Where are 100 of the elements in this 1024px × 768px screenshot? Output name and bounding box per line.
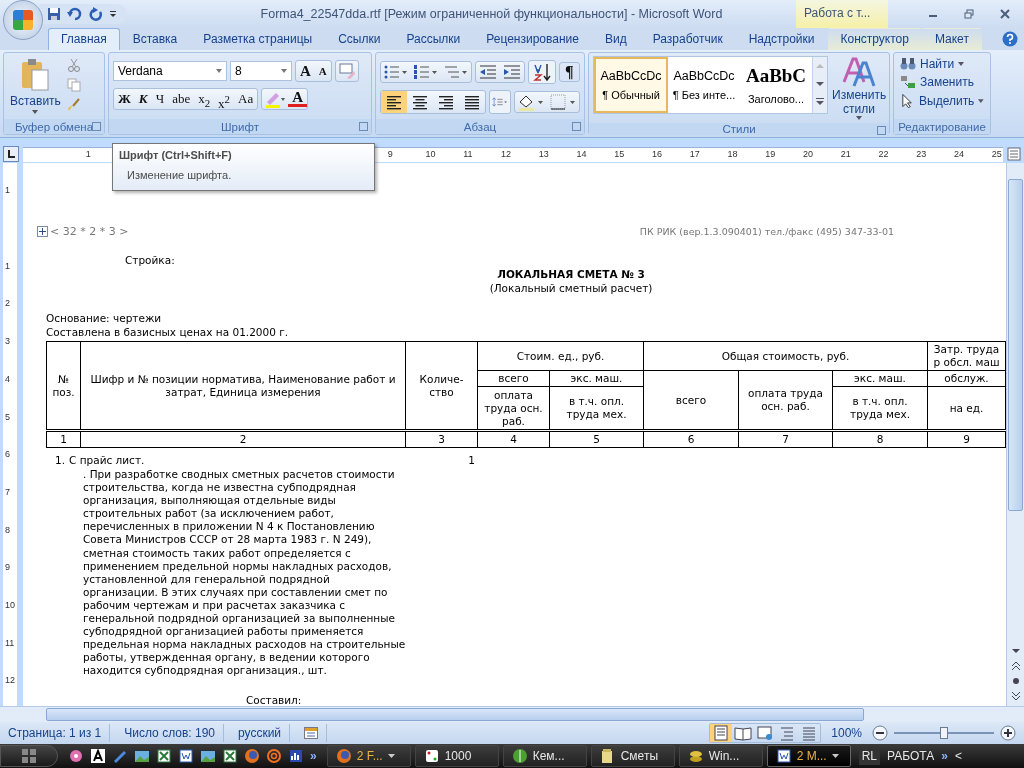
format-button[interactable]: x$^{2}$ [214, 89, 235, 109]
ribbon-tab[interactable]: Разметка страницы [190, 28, 326, 50]
ribbon-tab[interactable]: Главная [48, 28, 120, 50]
find-button[interactable]: Найти [898, 56, 986, 72]
item-note: . При разработке сводных сметных расчетов стоимости строительства, когда не известна субподрядная организация, выполняющая отдельные виды строительных работ (за исключением работ, перечисленных в приложении N 4 к Постановлению Совета Министров СССР от 28 марта 1983 г. N 249), сметная стоимость таких работ определяется с применением предельной нормы накладных расходов, установленной для генеральной подрядной организации. В этих случаях при составлении смет по рабочим чертежам и при расчетах заказчика с генеральной подрядной организацией за выполненные субподрядной организацией работы применяется предельная норма накладных расходов на строительные работы, утвержденная органу, в ведении которого находится субподрядная организация., шт. [83, 468, 407, 678]
zoom-in-icon[interactable] [1000, 725, 1016, 741]
chart-icon[interactable] [288, 748, 304, 764]
vertical-scrollbar[interactable] [1006, 163, 1024, 706]
macro-record-icon[interactable] [304, 727, 319, 739]
ribbon-tab[interactable]: Рассылки [393, 28, 474, 50]
language-indicator[interactable]: RL [858, 747, 881, 765]
style-item[interactable]: AaBbCcDc ¶ Обычный [594, 57, 668, 113]
start-button[interactable] [0, 745, 58, 767]
taskbar-button[interactable]: 1000 [414, 745, 499, 767]
restore-icon[interactable] [964, 9, 974, 19]
column-header: № поз. [46, 341, 81, 431]
tray-toggle[interactable]: < [951, 749, 965, 763]
ruler-number: 24 [954, 148, 964, 159]
caret-icon[interactable] [831, 754, 839, 758]
word-count[interactable]: Число слов: 190 [116, 724, 224, 742]
ribbon-tab[interactable]: Ссылки [325, 28, 394, 50]
toolbar-overflow[interactable]: » [941, 749, 948, 763]
ruler-number: 1 [5, 185, 10, 195]
zoom-level[interactable]: 100% [827, 726, 866, 740]
ribbon-tab[interactable]: Надстройки [735, 28, 828, 50]
picture-icon[interactable] [134, 748, 150, 764]
help-icon[interactable] [1002, 31, 1018, 47]
group-label: Шрифт [221, 120, 259, 133]
ruler-number: 17 [689, 148, 700, 159]
taskbar-button[interactable]: 2 M... [766, 745, 851, 767]
column-header: экс. маш. [549, 370, 644, 387]
ribbon-tab[interactable]: Макет [921, 28, 982, 50]
ribbon-tab[interactable]: Рецензирование [473, 28, 592, 50]
ribbon-tab[interactable]: Вставка [119, 28, 191, 50]
taskbar-button[interactable]: Сметы [590, 745, 675, 767]
coins-icon [687, 748, 704, 764]
excel-sheet-icon[interactable] [156, 748, 172, 764]
format-button[interactable]: Ч [151, 89, 169, 109]
align-left-icon[interactable] [381, 91, 407, 113]
letters-a-icon [842, 56, 877, 88]
undo-icon[interactable] [67, 7, 83, 21]
format-button[interactable]: Aa [234, 89, 258, 109]
office-button[interactable] [3, 0, 43, 40]
redo-icon[interactable] [89, 7, 103, 21]
shrink-font-button[interactable]: A [314, 61, 331, 81]
column-header: Общая стоимость, руб. [643, 341, 928, 371]
ruler-number: 21 [840, 148, 851, 159]
format-button[interactable]: Ж [114, 89, 135, 109]
clipboard-icon [20, 58, 51, 92]
ribbon-tab[interactable]: Разработчик [639, 28, 736, 50]
word-doc-icon[interactable] [178, 748, 194, 764]
quick-launch-overflow[interactable]: » [310, 749, 317, 763]
language-indicator[interactable]: русский [230, 724, 291, 742]
picture-icon[interactable] [200, 748, 216, 764]
grow-font-button[interactable]: A [296, 61, 315, 81]
show-formatting-button[interactable]: ¶ [559, 62, 580, 82]
caret-icon[interactable] [387, 754, 395, 758]
reading-view-icon[interactable] [732, 724, 755, 742]
style-preview: AaBbCcDc [600, 69, 662, 83]
table-move-handle-icon[interactable] [37, 226, 48, 237]
ribbon-tab[interactable]: Вид [591, 28, 640, 50]
ribbon-tab[interactable]: Конструктор [827, 28, 922, 50]
sort-icon[interactable] [528, 60, 556, 84]
taskbar-button[interactable]: 2 F... [326, 745, 411, 767]
close-icon[interactable] [1000, 9, 1010, 19]
letter-icon[interactable] [90, 748, 106, 764]
excel-sheet-icon[interactable] [222, 748, 238, 764]
tab-stop-icon [6, 149, 16, 159]
ruler-number: 9 [387, 148, 393, 159]
contextual-tab-label[interactable]: Работа с т... [796, 0, 888, 28]
replace-button[interactable]: Заменить [898, 74, 986, 90]
caret-icon [978, 99, 984, 103]
group-label: Редактирование [898, 120, 986, 133]
zoom-out-icon[interactable] [872, 725, 888, 741]
brush-icon[interactable] [66, 98, 81, 112]
font-size-field[interactable]: 8 [230, 61, 292, 81]
customize-caret-icon[interactable] [109, 10, 117, 18]
print-view-icon[interactable] [710, 724, 733, 742]
zoom-slider-thumb[interactable] [940, 727, 948, 739]
word-doc-icon [775, 748, 792, 764]
item-number: 1. [53, 454, 66, 466]
change-styles-button[interactable]: Изменить стили [832, 56, 887, 120]
font-name-field[interactable]: Verdana [113, 61, 227, 81]
format-button[interactable]: x$_{2}$ [194, 89, 215, 109]
taskbar-button[interactable]: Кем... [502, 745, 587, 767]
taskbar-button[interactable]: Win... [678, 745, 763, 767]
column-number: 1 [46, 430, 81, 448]
toolbar-label[interactable]: РАБОТА [884, 749, 938, 763]
format-button[interactable]: К [134, 89, 152, 109]
view-ruler-icon[interactable] [1007, 147, 1021, 161]
save-icon[interactable] [47, 7, 61, 21]
style-item[interactable]: AaBbCcDc ¶ Без инте... [668, 57, 740, 113]
style-item[interactable]: AaBbC Заголово... [740, 57, 812, 113]
tab-selector-button[interactable] [3, 146, 19, 162]
ruler-number: 23 [916, 148, 927, 159]
horizontal-scrollbar[interactable] [0, 706, 1024, 722]
page-count[interactable]: Страница: 1 из 1 [0, 724, 111, 742]
format-button[interactable]: abe [168, 89, 195, 109]
paste-button[interactable]: Вставить [8, 56, 63, 116]
select-button[interactable]: Выделить [898, 92, 986, 110]
